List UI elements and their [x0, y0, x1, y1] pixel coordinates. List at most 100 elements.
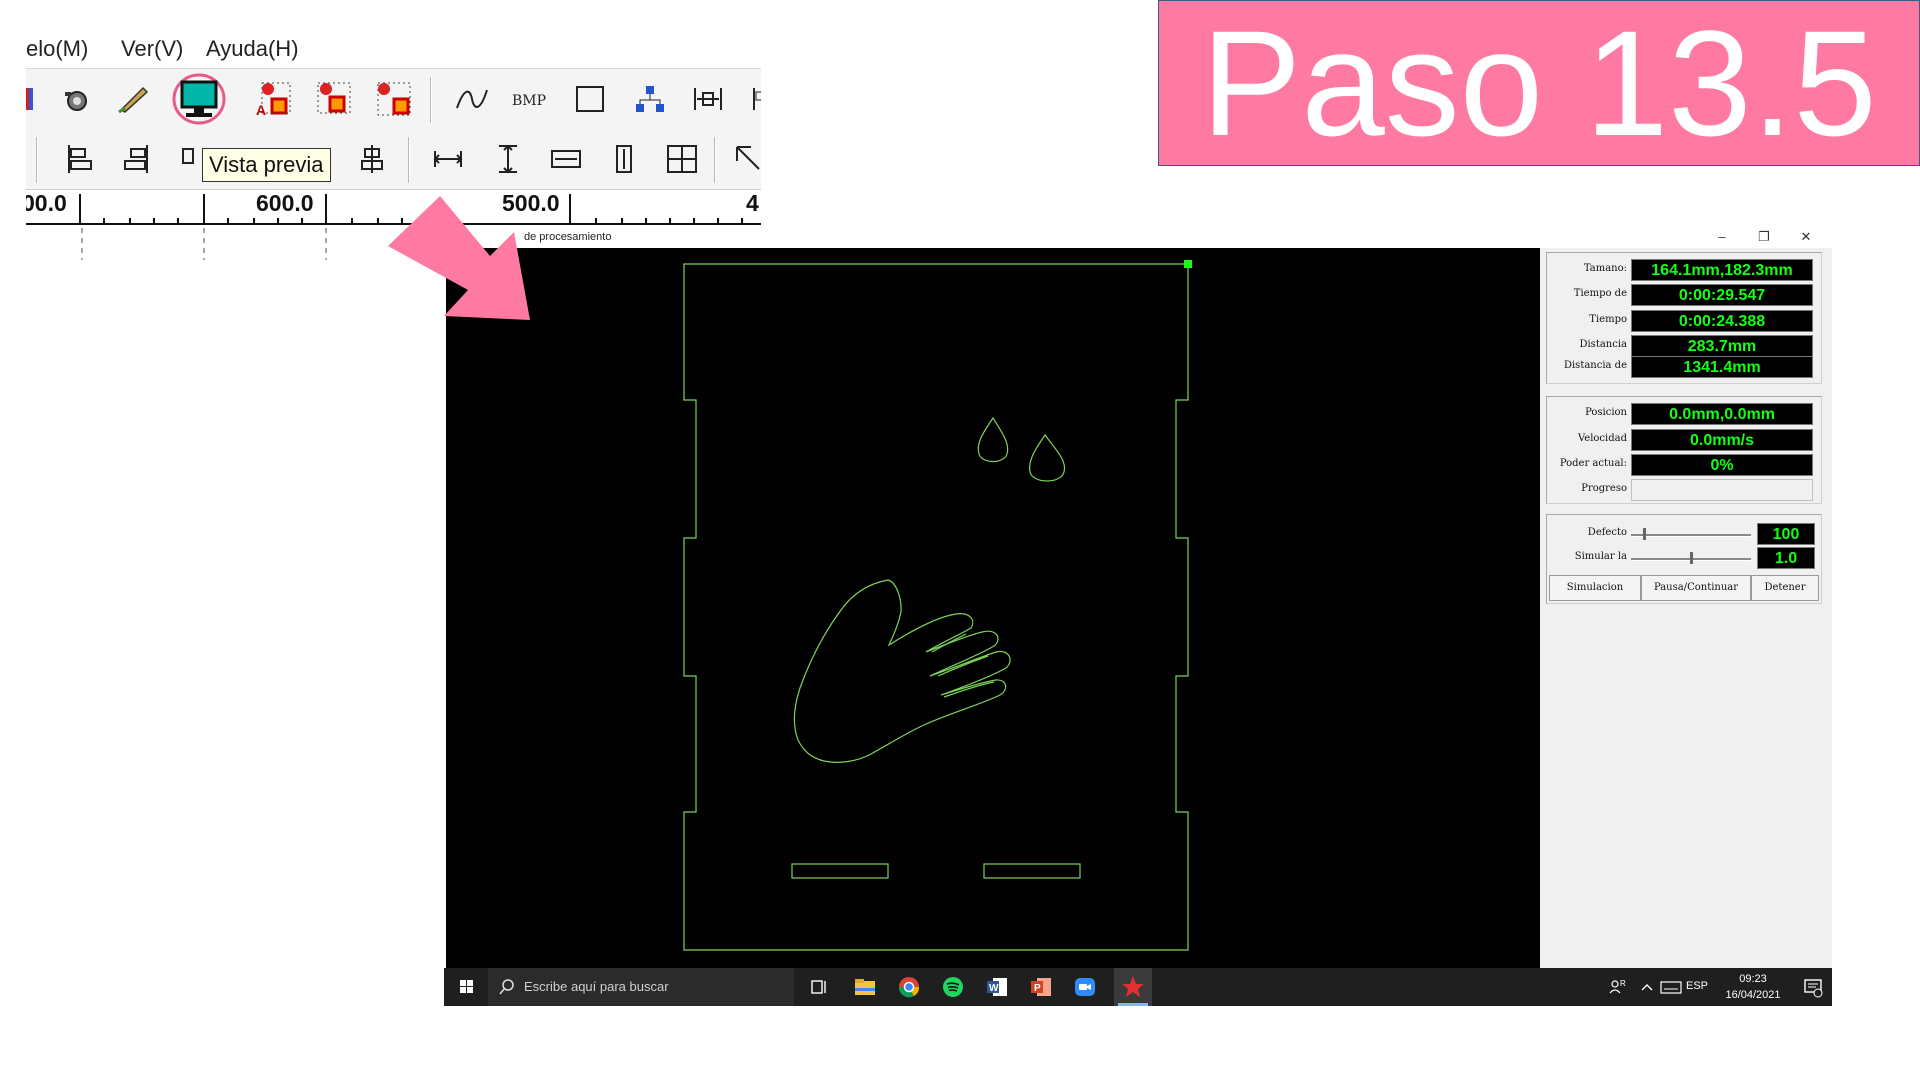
taskbar-search[interactable]: Escribe aquí para buscar [488, 968, 794, 1006]
same-width-icon[interactable] [426, 137, 470, 181]
same-size-v-icon[interactable] [602, 137, 646, 181]
menu-item-modelo[interactable]: elo(M) [26, 36, 88, 62]
info-row: Tiempo 0:00:24.388 [1547, 310, 1823, 334]
status-value: 0.0mm/s [1631, 429, 1813, 451]
window-title-bar: de procesamiento – ❐ ✕ [444, 226, 1832, 248]
toolbar-separator [430, 77, 432, 123]
info-label: Distancia de [1563, 360, 1627, 371]
slider-label: Defecto [1587, 527, 1627, 538]
box-panel-outline [683, 263, 1189, 951]
slider-thumb[interactable] [1643, 528, 1646, 540]
language-indicator[interactable]: ESP [1686, 980, 1708, 992]
preview-button[interactable] [172, 73, 226, 125]
pause-continue-button[interactable]: Pausa/Continuar [1641, 575, 1751, 601]
step-banner: Paso 13.5 [1158, 0, 1920, 166]
chevron-up-icon[interactable] [1634, 974, 1660, 1000]
info-row: Tiempo de 0:00:29.547 [1547, 284, 1823, 308]
center-vertical-icon[interactable] [350, 137, 394, 181]
node-tree-icon[interactable] [628, 77, 672, 121]
step-title: Paso 13.5 [1201, 0, 1877, 167]
stop-button[interactable]: Detener [1751, 575, 1819, 601]
status-label: Velocidad [1577, 433, 1627, 444]
spotify-icon[interactable] [940, 974, 966, 1000]
select-arrow-icon[interactable] [726, 137, 761, 181]
info-row: Distancia de 1341.4mm [1547, 356, 1823, 380]
group-output-icon[interactable] [372, 77, 416, 121]
zoom-icon[interactable] [1072, 974, 1098, 1000]
clock-time: 09:23 [1739, 973, 1767, 985]
svg-text:W: W [989, 983, 999, 994]
close-button[interactable]: ✕ [1792, 228, 1820, 246]
preview-canvas[interactable] [446, 248, 1540, 968]
water-drop-1 [977, 416, 1009, 463]
info-row: Tamano: 164.1mm,182.3mm [1547, 259, 1823, 283]
svg-text:R: R [1620, 979, 1626, 988]
search-icon [499, 979, 514, 995]
status-row: Poder actual: 0% [1547, 454, 1823, 478]
equal-spacing-icon[interactable] [686, 77, 730, 121]
toolbar-separator [714, 137, 716, 183]
menu-item-ver[interactable]: Ver(V) [121, 36, 183, 62]
status-label: Posicion [1585, 407, 1627, 418]
info-value: 283.7mm [1631, 335, 1813, 357]
info-value: 1341.4mm [1631, 356, 1813, 378]
svg-text:P: P [1034, 983, 1041, 994]
align-right-icon[interactable] [114, 137, 158, 181]
clock-date: 16/04/2021 [1725, 989, 1781, 1001]
status-value: 0% [1631, 454, 1813, 476]
slider-value: 100 [1757, 523, 1815, 545]
pen-icon[interactable] [112, 77, 156, 121]
svg-text:BMP: BMP [512, 93, 546, 109]
slider-thumb[interactable] [1690, 552, 1693, 564]
tooltip: Vista previa [202, 148, 331, 182]
camera-icon[interactable] [54, 77, 98, 121]
windows-start-icon[interactable] [454, 974, 480, 1000]
word-icon[interactable]: W [984, 974, 1010, 1000]
keyboard-icon[interactable] [1658, 974, 1684, 1000]
search-placeholder: Escribe aquí para buscar [524, 979, 669, 994]
preview-window: de procesamiento – ❐ ✕ Tamano: 164.1mm,1… [444, 226, 1832, 1006]
align-icon[interactable] [738, 77, 761, 121]
windows-taskbar: Escribe aquí para buscar W P R ESP 09:23… [444, 968, 1832, 1006]
menu-item-ayuda[interactable]: Ayuda(H) [206, 36, 299, 62]
powerpoint-icon[interactable]: P [1028, 974, 1054, 1000]
center-page-icon[interactable] [660, 137, 704, 181]
speed-slider[interactable] [1631, 528, 1751, 540]
hand-outline [793, 579, 1011, 763]
notification-icon[interactable] [1800, 974, 1826, 1000]
file-explorer-icon[interactable] [852, 974, 878, 1000]
water-drop-2 [1029, 433, 1066, 482]
simulate-button[interactable]: Simulacion [1549, 575, 1641, 601]
clock[interactable]: 09:23 16/04/2021 [1718, 971, 1788, 1003]
finger-line-1 [931, 633, 967, 653]
info-label: Distancia [1579, 339, 1627, 350]
slider-row: Defecto 100 [1547, 523, 1823, 547]
object-output-icon[interactable] [312, 77, 356, 121]
simulation-slider[interactable] [1631, 552, 1751, 564]
people-icon[interactable]: R [1604, 974, 1630, 1000]
same-size-h-icon[interactable] [544, 137, 588, 181]
minimize-button[interactable]: – [1708, 228, 1736, 246]
curve-icon[interactable] [450, 77, 494, 121]
restore-button[interactable]: ❐ [1750, 228, 1778, 246]
bmp-icon[interactable]: BMP [508, 77, 552, 121]
slider-label: Simular la [1574, 551, 1627, 562]
info-panel: Tamano: 164.1mm,182.3mm Tiempo de 0:00:2… [1540, 248, 1832, 968]
toolbar-separator [408, 137, 410, 183]
text-output-icon[interactable]: A [252, 77, 296, 121]
info-group-extra: Distancia de 1341.4mm [1546, 356, 1822, 384]
info-label: Tiempo [1589, 314, 1627, 325]
laser-app-icon[interactable] [1114, 968, 1152, 1006]
status-label: Poder actual: [1559, 458, 1627, 469]
status-row: Velocidad 0.0mm/s [1547, 429, 1823, 453]
info-value: 0:00:29.547 [1631, 284, 1813, 306]
align-left-icon[interactable] [56, 137, 100, 181]
task-view-icon[interactable] [806, 974, 832, 1000]
button-row: Simulacion Pausa/Continuar Detener [1547, 575, 1823, 601]
status-group: Posicion 0.0mm,0.0mm Velocidad 0.0mm/s P… [1546, 396, 1822, 504]
status-value: 0.0mm,0.0mm [1631, 403, 1813, 425]
rectangle-icon[interactable] [568, 77, 612, 121]
info-label: Tamano: [1583, 263, 1627, 274]
same-height-icon[interactable] [486, 137, 530, 181]
chrome-icon[interactable] [896, 974, 922, 1000]
